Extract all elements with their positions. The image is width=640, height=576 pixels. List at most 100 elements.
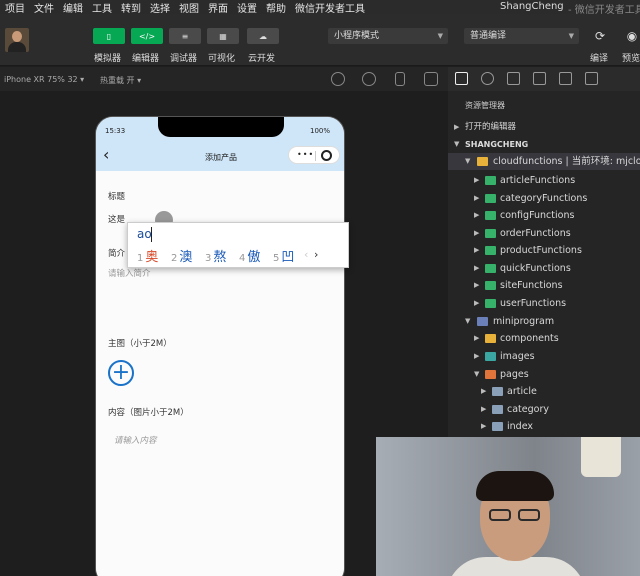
tree-item-function[interactable]: ▶ orderFunctions — [448, 225, 640, 242]
menu-item-tools[interactable]: 工具 — [87, 0, 116, 15]
tree-item-label: userFunctions — [500, 298, 567, 309]
cloud-folder-icon — [477, 157, 488, 166]
cloud-label: 云开发 — [248, 54, 276, 64]
branch-icon[interactable] — [507, 72, 520, 85]
editor-label: 编辑器 — [132, 54, 160, 64]
tree-item-label: orderFunctions — [500, 228, 571, 239]
tree-item-label: categoryFunctions — [500, 193, 588, 204]
phone-rotate-icon[interactable] — [395, 72, 405, 86]
project-root-section[interactable]: ▼ SHANGCHENG — [448, 136, 640, 153]
menu-item-settings[interactable]: 设置 — [232, 0, 261, 15]
webcam-lamp — [581, 437, 621, 477]
content-input[interactable]: 请输入内容 — [114, 434, 157, 446]
search-icon[interactable] — [481, 72, 494, 85]
tree-item-page-dir[interactable]: ▶ index — [448, 418, 640, 435]
ime-candidate-number: 3 — [205, 253, 212, 264]
eye-icon[interactable]: ◉ — [624, 28, 640, 44]
menu-item-select[interactable]: 选择 — [145, 0, 174, 15]
more-dots-icon[interactable]: ••• — [297, 150, 314, 159]
tree-item-images[interactable]: ▶ images — [448, 348, 640, 365]
tree-item-label: cloudfunctions | 当前环境: mjclo — [493, 156, 640, 167]
ime-candidate[interactable]: 4傲 — [239, 246, 260, 265]
ime-next-page-icon[interactable]: › — [314, 248, 318, 261]
menu-item-goto[interactable]: 转到 — [116, 0, 145, 15]
menu-item-wechat-devtools[interactable]: 微信开发者工具 — [290, 0, 369, 15]
tree-item-function[interactable]: ▶ categoryFunctions — [448, 190, 640, 207]
intro-field-input[interactable]: 请输入简介 — [108, 267, 151, 279]
window-title-project: ShangCheng — [500, 1, 564, 12]
tree-item-page-dir[interactable]: ▶ category — [448, 401, 640, 418]
visual-button[interactable]: ▦ — [207, 28, 239, 44]
tree-item-function[interactable]: ▶ articleFunctions — [448, 172, 640, 189]
cloud-icon: ☁ — [259, 31, 267, 41]
debugger-button[interactable]: ≡ — [169, 28, 201, 44]
chevron-down-icon: ▼ — [437, 32, 443, 40]
ime-caret — [151, 227, 152, 242]
window-icon[interactable] — [424, 72, 438, 86]
cloud-storage-icon[interactable] — [585, 72, 598, 85]
hot-reload-toggle[interactable]: 热重载 开 ▾ — [100, 75, 141, 86]
tree-item-function[interactable]: ▶ siteFunctions — [448, 277, 640, 294]
close-circle-icon[interactable] — [321, 150, 332, 161]
ime-candidate[interactable]: 2澳 — [171, 246, 192, 265]
tree-item-function[interactable]: ▶ productFunctions — [448, 242, 640, 259]
tree-item-label: index — [507, 421, 533, 432]
tree-item-page-dir[interactable]: ▶ article — [448, 383, 640, 400]
simulator-button[interactable]: ▯ — [93, 28, 125, 44]
debugger-label: 调试器 — [170, 54, 198, 64]
user-avatar[interactable] — [5, 28, 29, 52]
chevron-down-icon: ▼ — [465, 157, 471, 165]
menu-item-file[interactable]: 文件 — [29, 0, 58, 15]
function-folder-icon — [485, 281, 496, 290]
tree-item-cloudfunctions[interactable]: ▼ cloudfunctions | 当前环境: mjclo — [448, 153, 640, 170]
menu-capsule[interactable]: ••• — [288, 146, 340, 164]
files-icon[interactable] — [455, 72, 468, 85]
tree-item-function[interactable]: ▶ userFunctions — [448, 295, 640, 312]
editor-button[interactable]: </> — [131, 28, 163, 44]
menu-item-interface[interactable]: 界面 — [203, 0, 232, 15]
phone-icon: ▯ — [106, 31, 112, 41]
tree-item-pages[interactable]: ▼ pages — [448, 366, 640, 383]
phone-simulator: 15:33 100% ‹ 添加产品 ••• 标题 这是 简介 请输入简介 主图（… — [95, 116, 345, 576]
main-image-label: 主图（小于2M） — [108, 339, 172, 349]
record-icon[interactable] — [331, 72, 345, 86]
sliders-icon: ≡ — [181, 31, 189, 41]
image-folder-icon — [485, 352, 496, 361]
folder-icon — [477, 317, 488, 326]
ime-candidate[interactable]: 1奥 — [137, 246, 158, 265]
code-icon: </> — [138, 31, 156, 41]
simulator-label: 模拟器 — [94, 54, 122, 64]
chevron-right-icon: ▶ — [474, 176, 480, 184]
content-label: 内容（图片小于2M） — [108, 408, 189, 418]
menu-item-view[interactable]: 视图 — [174, 0, 203, 15]
open-editors-section[interactable]: ▶ 打开的编辑器 — [448, 119, 640, 136]
tree-item-label: configFunctions — [500, 210, 575, 221]
ime-candidate[interactable]: 5凹 — [273, 246, 294, 265]
ime-candidate-number: 5 — [273, 253, 280, 264]
chevron-right-icon: ▶ — [474, 264, 480, 272]
tree-item-miniprogram[interactable]: ▼ miniprogram — [448, 313, 640, 330]
tree-item-function[interactable]: ▶ configFunctions — [448, 207, 640, 224]
ime-candidate[interactable]: 3熬 — [205, 246, 226, 265]
ime-prev-page-icon[interactable]: ‹ — [304, 248, 308, 261]
title-field-input[interactable]: 这是 — [108, 213, 125, 225]
cloud-button[interactable]: ☁ — [247, 28, 279, 44]
mode-select[interactable]: 小程序模式 ▼ — [328, 28, 448, 44]
add-image-button[interactable]: + — [108, 360, 134, 386]
tree-item-function[interactable]: ▶ quickFunctions — [448, 260, 640, 277]
ime-candidate-number: 2 — [171, 253, 178, 264]
menu-item-edit[interactable]: 编辑 — [58, 0, 87, 15]
menu-item-help[interactable]: 帮助 — [261, 0, 290, 15]
compile-mode-select[interactable]: 普通编译 ▼ — [464, 28, 579, 44]
function-folder-icon — [485, 176, 496, 185]
chevron-right-icon: ▶ — [454, 123, 460, 131]
device-select[interactable]: iPhone XR 75% 32 ▾ — [4, 75, 84, 84]
menu-item-project[interactable]: 项目 — [0, 0, 29, 15]
volume-icon[interactable] — [362, 72, 376, 86]
debug-icon[interactable] — [559, 72, 572, 85]
tree-item-components[interactable]: ▶ components — [448, 330, 640, 347]
preview-label: 预览 — [622, 54, 640, 64]
refresh-icon[interactable]: ⟳ — [592, 28, 608, 44]
extensions-icon[interactable] — [533, 72, 546, 85]
function-folder-icon — [485, 246, 496, 255]
